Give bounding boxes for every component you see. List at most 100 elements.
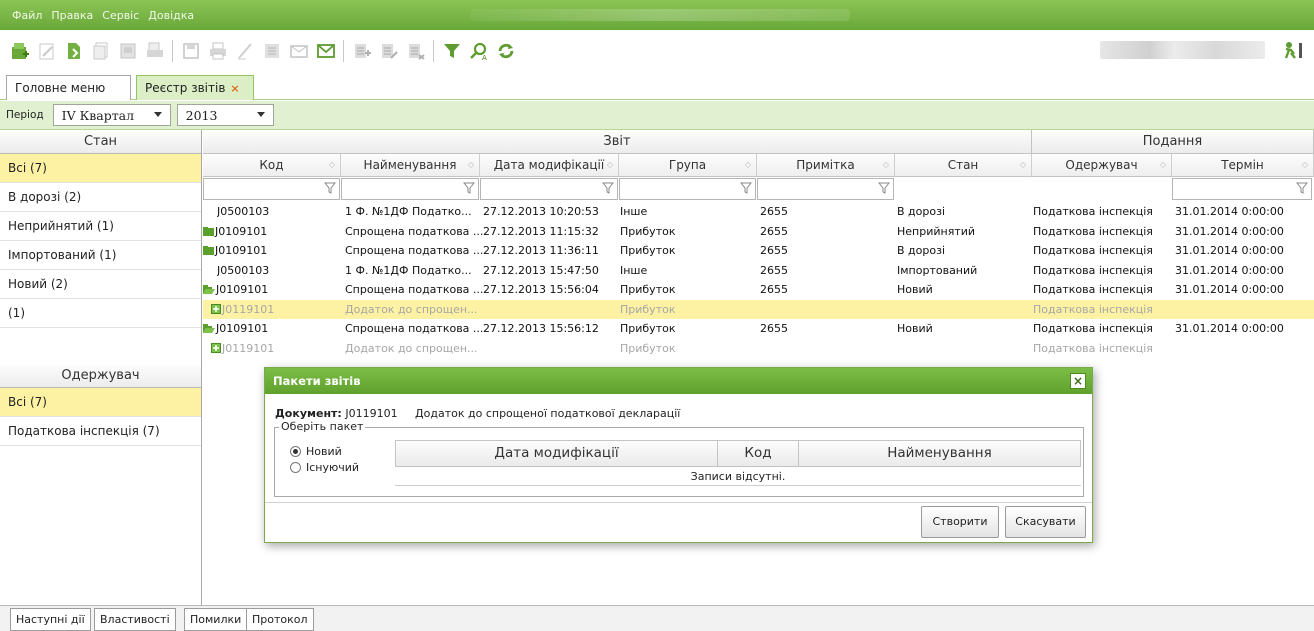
column-header-code[interactable]: Код	[717, 440, 799, 467]
table-row[interactable]: J0109101 Спрощена податкова ... 27.12.2013…	[203, 280, 1314, 300]
folder-open-icon[interactable]	[203, 281, 215, 300]
column-header-code[interactable]: Код ◇	[203, 154, 341, 177]
copy-icon[interactable]	[90, 40, 112, 62]
filter-icon[interactable]	[739, 182, 753, 197]
table-row[interactable]: J0500103 1 Ф. №1ДФ Податко... 27.12.2013 1…	[203, 202, 1314, 222]
column-header-modified-date[interactable]: Дата модифікації ◇	[480, 154, 619, 177]
state-item-all[interactable]: Всі (7)	[0, 154, 201, 183]
filter-icon[interactable]	[462, 182, 476, 197]
quarter-value: IV Квартал	[61, 107, 135, 123]
menu-file[interactable]: Файл	[12, 9, 42, 22]
menu-service[interactable]: Сервіс	[102, 9, 139, 22]
filter-code-input[interactable]	[203, 178, 340, 200]
cancel-button[interactable]: Скасувати	[1005, 506, 1086, 538]
cell-text: Інше	[620, 263, 648, 277]
toolbar-separator	[343, 40, 344, 62]
open-icon[interactable]	[63, 40, 85, 62]
radio-existing[interactable]: Існуючий	[290, 461, 359, 474]
create-button[interactable]: Створити	[921, 506, 999, 538]
package-remove-icon[interactable]	[405, 40, 427, 62]
cell-name: Додаток до спрощен...	[345, 300, 478, 319]
edit-icon[interactable]	[36, 40, 58, 62]
folder-closed-icon[interactable]	[203, 223, 214, 242]
column-header-name[interactable]: Найменування ◇	[341, 154, 480, 177]
receive-icon[interactable]	[315, 40, 337, 62]
import-icon[interactable]	[117, 40, 139, 62]
filter-date-input[interactable]	[480, 178, 618, 200]
exit-icon[interactable]	[1282, 40, 1304, 63]
find-icon[interactable]: A	[468, 40, 490, 62]
recipient-item-all[interactable]: Всі (7)	[0, 388, 201, 417]
packages-grid: Дата модифікації Код Найменування Записи…	[395, 440, 1081, 487]
column-header-modified-date[interactable]: Дата модифікації	[395, 440, 718, 467]
close-icon[interactable]: ×	[1070, 373, 1086, 389]
filter-name-input[interactable]	[341, 178, 479, 200]
dialog-title-bar[interactable]: Пакети звітів ×	[265, 368, 1092, 394]
filter-icon[interactable]	[1295, 182, 1309, 197]
attachment-icon[interactable]	[211, 301, 221, 320]
tab-report-registry[interactable]: Реєстр звітів ×	[136, 75, 254, 100]
save-icon[interactable]	[180, 40, 202, 62]
table-row[interactable]: J0109101 Спрощена податкова ... 27.12.2013…	[203, 222, 1314, 242]
quarter-select[interactable]: IV Квартал	[52, 104, 171, 126]
menu-help[interactable]: Довідка	[148, 9, 194, 22]
column-header-state[interactable]: Стан ◇	[895, 154, 1032, 177]
tab-log[interactable]: Протокол	[246, 608, 314, 631]
year-select[interactable]: 2013	[176, 104, 274, 126]
column-header-note[interactable]: Примітка ◇	[757, 154, 895, 177]
filter-note-input[interactable]	[757, 178, 894, 200]
recipient-item-tax-office[interactable]: Податкова інспекція (7)	[0, 417, 201, 446]
cell-text: Податкова інспекція	[1033, 244, 1153, 257]
cell-text: Спрощена податкова ...	[345, 224, 484, 238]
state-item-empty[interactable]: (1)	[0, 299, 201, 328]
filter-icon[interactable]	[441, 40, 463, 62]
filter-term-input[interactable]	[1172, 178, 1312, 200]
tab-label: Головне меню	[15, 81, 106, 95]
sign-icon[interactable]	[234, 40, 256, 62]
cell-code: J0119101	[211, 339, 274, 359]
table-row[interactable]: J0500103 1 Ф. №1ДФ Податко... 27.12.2013 1…	[203, 261, 1314, 281]
column-header-term[interactable]: Термін ◇	[1172, 154, 1314, 177]
cell-text: Прибуток	[620, 283, 676, 296]
close-tab-icon[interactable]: ×	[230, 82, 239, 95]
cell-text: Податкова інспекція	[1033, 205, 1153, 218]
tab-errors[interactable]: Помилки	[184, 608, 248, 631]
folder-closed-icon[interactable]	[203, 242, 214, 261]
cell-text: Податкова інспекція	[1033, 224, 1153, 238]
table-row[interactable]: J0109101 Спрощена податкова ... 27.12.2013…	[203, 241, 1314, 261]
radio-new[interactable]: Новий	[290, 445, 342, 458]
refresh-icon[interactable]	[495, 40, 517, 62]
filter-icon[interactable]	[323, 182, 337, 197]
folder-open-icon[interactable]	[203, 320, 215, 339]
filter-icon[interactable]	[601, 182, 615, 197]
column-header-name[interactable]: Найменування	[798, 440, 1081, 467]
package-add-icon[interactable]	[351, 40, 373, 62]
new-report-icon[interactable]	[9, 40, 31, 62]
menu-edit[interactable]: Правка	[51, 9, 93, 22]
cell-term: 31.01.2014 0:00:00	[1175, 280, 1284, 299]
filter-icon[interactable]	[877, 182, 891, 197]
send-icon[interactable]	[288, 40, 310, 62]
tab-properties[interactable]: Властивості	[94, 608, 176, 631]
print-icon[interactable]	[207, 40, 229, 62]
state-item-rejected[interactable]: Неприйнятий (1)	[0, 212, 201, 241]
state-item-imported[interactable]: Імпортований (1)	[0, 241, 201, 270]
state-item-in-transit[interactable]: В дорозі (2)	[0, 183, 201, 212]
encrypt-icon[interactable]	[261, 40, 283, 62]
table-row[interactable]: J0119101 Додаток до спрощен... Прибуток Под…	[203, 299, 1314, 320]
column-header-group[interactable]: Група ◇	[619, 154, 757, 177]
cell-text: Новий	[897, 283, 933, 296]
column-label: Стан	[947, 158, 979, 172]
filter-group-input[interactable]	[619, 178, 756, 200]
column-header-recipient[interactable]: Одержувач ◇	[1032, 154, 1172, 177]
tab-main-menu[interactable]: Головне меню	[6, 75, 131, 100]
package-edit-icon[interactable]	[378, 40, 400, 62]
tab-next-actions[interactable]: Наступні дії	[10, 608, 91, 631]
menu-bar: Файл Правка Сервіс Довідка	[0, 0, 1314, 30]
table-row[interactable]: J0109101 Спрощена податкова ... 27.12.2013…	[203, 319, 1314, 339]
print-preview-icon[interactable]	[144, 40, 166, 62]
state-item-new[interactable]: Новий (2)	[0, 270, 201, 299]
attachment-icon[interactable]	[211, 340, 221, 359]
toolbar-separator	[433, 40, 434, 62]
table-row[interactable]: J0119101 Додаток до спрощен... Прибуток Под…	[203, 339, 1314, 359]
